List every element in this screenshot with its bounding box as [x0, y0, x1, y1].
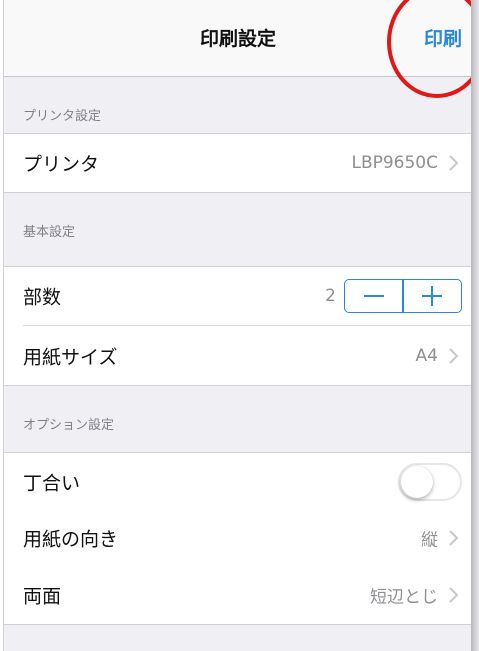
- paper-size-row[interactable]: 用紙サイズ A4: [4, 326, 472, 386]
- section-header-printer-label: プリンタ設定: [23, 109, 102, 124]
- frame-shadow: [471, 0, 479, 651]
- increment-button[interactable]: [404, 280, 461, 312]
- copies-row: 部数 2: [4, 266, 472, 326]
- chevron-right-icon: [449, 155, 459, 171]
- minus-icon: [363, 295, 384, 297]
- copies-value: 2: [325, 286, 336, 306]
- collate-toggle[interactable]: [398, 463, 462, 501]
- print-settings-screen: 印刷設定 印刷 プリンタ設定 プリンタ LBP9650C 基本設定 部数 2 用…: [3, 0, 473, 651]
- divider: [4, 133, 472, 134]
- paper-size-value: A4: [415, 346, 438, 366]
- printer-row[interactable]: プリンタ LBP9650C: [4, 133, 472, 193]
- collate-row: 丁合い: [4, 452, 472, 512]
- orientation-value: 縦: [421, 530, 438, 551]
- decrement-button[interactable]: [345, 280, 402, 312]
- paper-size-label: 用紙サイズ: [23, 346, 118, 369]
- section-header-options: オプション設定: [4, 386, 472, 442]
- chevron-right-icon: [449, 587, 459, 603]
- section-header-basic-label: 基本設定: [23, 225, 76, 240]
- collate-label: 丁合い: [23, 472, 81, 495]
- toggle-knob: [401, 466, 433, 498]
- divider: [4, 452, 472, 453]
- divider: [4, 624, 472, 625]
- copies-stepper[interactable]: [344, 279, 462, 313]
- duplex-row[interactable]: 両面 短辺とじ: [4, 565, 472, 625]
- section-header-printer: プリンタ設定: [4, 77, 472, 133]
- duplex-label: 両面: [23, 585, 62, 608]
- printer-label: プリンタ: [23, 153, 100, 176]
- duplex-value: 短辺とじ: [370, 587, 438, 608]
- section-header-options-label: オプション設定: [23, 418, 115, 433]
- printer-value: LBP9650C: [351, 153, 438, 173]
- orientation-label: 用紙の向き: [23, 528, 119, 551]
- section-header-basic: 基本設定: [4, 193, 472, 249]
- copies-label: 部数: [23, 286, 62, 309]
- chevron-right-icon: [449, 530, 459, 546]
- orientation-row[interactable]: 用紙の向き 縦: [4, 508, 472, 568]
- divider: [4, 266, 472, 267]
- chevron-right-icon: [449, 348, 459, 364]
